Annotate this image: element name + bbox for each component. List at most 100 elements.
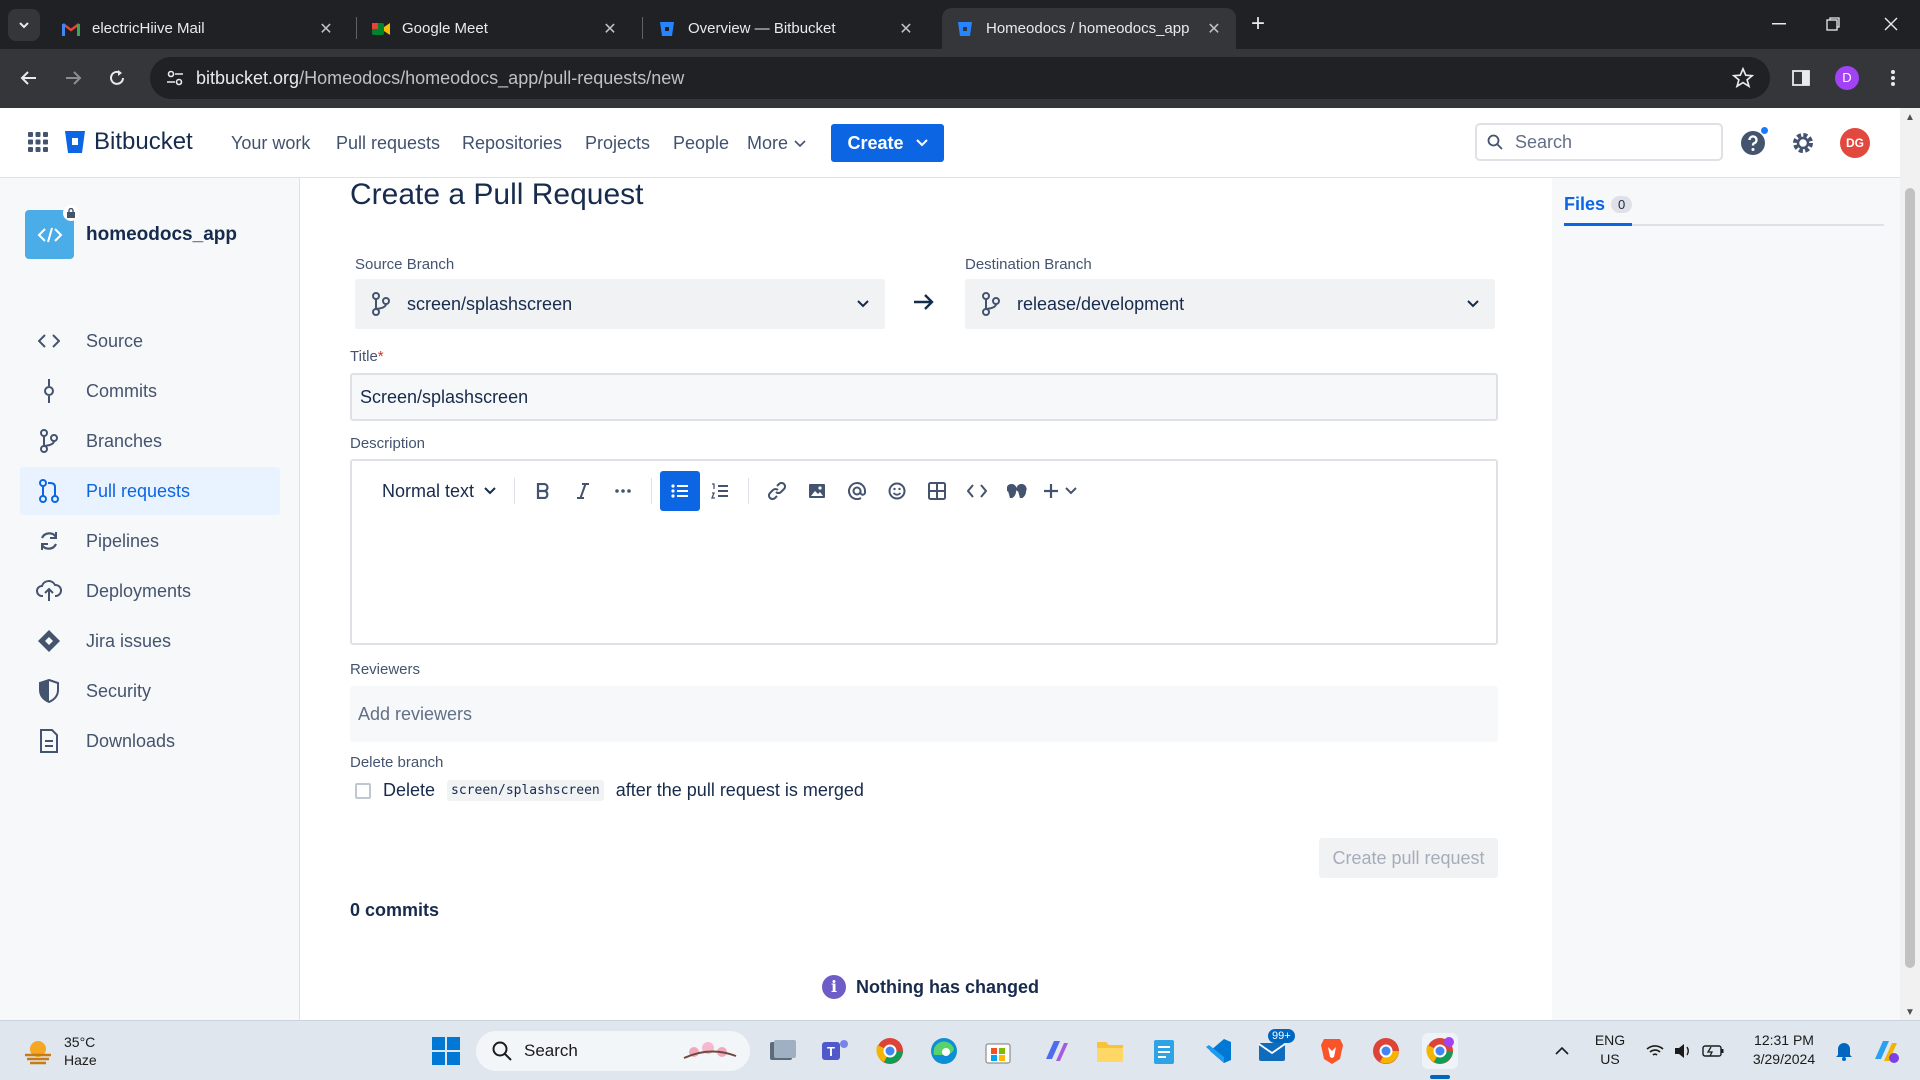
browser-menu-icon[interactable]: [1878, 63, 1908, 93]
italic-icon[interactable]: [563, 471, 603, 511]
gear-icon[interactable]: [1790, 130, 1816, 156]
bookmark-star-icon[interactable]: [1732, 67, 1754, 89]
windows-start-icon[interactable]: [428, 1033, 464, 1069]
reviewers-input[interactable]: Add reviewers: [350, 686, 1498, 742]
quote-icon[interactable]: [997, 471, 1037, 511]
bold-icon[interactable]: [523, 471, 563, 511]
app-switcher-icon[interactable]: [28, 132, 48, 152]
nav-your-work[interactable]: Your work: [231, 133, 310, 154]
nav-more[interactable]: More: [747, 133, 806, 154]
gmail-icon: [62, 20, 80, 38]
new-tab-button[interactable]: +: [1244, 11, 1272, 39]
address-bar[interactable]: bitbucket.org/Homeodocs/homeodocs_app/pu…: [150, 57, 1770, 99]
insert-more-button[interactable]: [1037, 471, 1083, 511]
brave-icon[interactable]: [1314, 1033, 1350, 1069]
notification-bell-icon[interactable]: [1826, 1033, 1862, 1069]
chevron-up-icon[interactable]: [1540, 1033, 1584, 1069]
system-tray-icons[interactable]: [1640, 1033, 1730, 1069]
create-button[interactable]: Create: [831, 124, 944, 162]
scroll-up-arrow-icon[interactable]: ▲: [1905, 112, 1915, 123]
close-tab-icon[interactable]: ✕: [1204, 19, 1224, 39]
sidebar-item-label: Branches: [86, 430, 163, 451]
sidebar-item-deployments[interactable]: Deployments: [20, 567, 280, 615]
forward-icon[interactable]: [58, 63, 88, 93]
more-formatting-icon[interactable]: [603, 471, 643, 511]
sidebar-item-source[interactable]: Source: [20, 317, 280, 365]
chrome-canary-icon[interactable]: [1368, 1033, 1404, 1069]
edge-icon[interactable]: [926, 1033, 962, 1069]
task-view-icon[interactable]: [764, 1033, 800, 1069]
scrollbar-thumb[interactable]: [1905, 188, 1915, 968]
minimize-icon[interactable]: [1756, 6, 1802, 42]
description-editor[interactable]: Normal text: [350, 459, 1498, 645]
image-icon[interactable]: [797, 471, 837, 511]
restore-icon[interactable]: [1810, 6, 1856, 42]
copilot-icon[interactable]: [1038, 1033, 1074, 1069]
sidebar-item-jira-issues[interactable]: Jira issues: [20, 617, 280, 665]
sidebar-item-pipelines[interactable]: Pipelines: [20, 517, 280, 565]
nav-projects[interactable]: Projects: [585, 133, 650, 154]
page-scrollbar[interactable]: ▲ ▼: [1900, 108, 1920, 1020]
delete-branch-checkbox[interactable]: [355, 782, 371, 799]
emoji-icon[interactable]: [877, 471, 917, 511]
user-avatar[interactable]: DG: [1840, 128, 1870, 158]
tab-google-meet[interactable]: Google Meet ✕: [358, 8, 632, 49]
code-block-icon[interactable]: [957, 471, 997, 511]
site-settings-icon[interactable]: [160, 63, 190, 93]
scroll-down-arrow-icon[interactable]: ▼: [1905, 1007, 1915, 1018]
nav-pull-requests[interactable]: Pull requests: [336, 133, 440, 154]
side-panel-icon[interactable]: [1786, 63, 1816, 93]
source-branch-value: screen/splashscreen: [407, 293, 573, 314]
microsoft-store-icon[interactable]: [980, 1033, 1016, 1069]
close-tab-icon[interactable]: ✕: [896, 19, 916, 39]
title-label: Title*: [350, 348, 384, 365]
sidebar-item-security[interactable]: Security: [20, 667, 280, 715]
create-pull-request-button[interactable]: Create pull request: [1319, 838, 1498, 878]
close-window-icon[interactable]: [1868, 6, 1914, 42]
search-input[interactable]: Search: [1475, 123, 1723, 161]
close-tab-icon[interactable]: ✕: [316, 19, 336, 39]
copilot-tray-icon[interactable]: [1868, 1033, 1904, 1069]
bitbucket-icon: [956, 20, 974, 38]
source-branch-select[interactable]: screen/splashscreen: [355, 279, 885, 329]
nav-repositories[interactable]: Repositories: [462, 133, 562, 154]
jira-icon: [36, 628, 62, 654]
close-tab-icon[interactable]: ✕: [600, 19, 620, 39]
language-indicator[interactable]: ENG US: [1594, 1031, 1626, 1069]
title-input[interactable]: Screen/splashscreen: [350, 373, 1498, 421]
tab-gmail[interactable]: electricHiive Mail ✕: [48, 8, 348, 49]
bullet-list-icon[interactable]: [660, 471, 701, 511]
vscode-icon[interactable]: [1200, 1033, 1236, 1069]
nothing-changed-text: Nothing has changed: [856, 976, 1040, 997]
destination-branch-select[interactable]: release/development: [965, 279, 1495, 329]
chrome-icon[interactable]: [872, 1033, 908, 1069]
file-explorer-icon[interactable]: [1092, 1033, 1128, 1069]
mention-icon[interactable]: [837, 471, 877, 511]
sidebar-item-branches[interactable]: Branches: [20, 417, 280, 465]
nav-people[interactable]: People: [673, 133, 729, 154]
numbered-list-icon[interactable]: [700, 471, 740, 511]
notepad-icon[interactable]: [1146, 1033, 1182, 1069]
tab-bitbucket-overview[interactable]: Overview — Bitbucket ✕: [644, 8, 928, 49]
code-icon: [37, 227, 62, 242]
sidebar-item-pull-requests[interactable]: Pull requests: [20, 467, 280, 515]
teams-icon[interactable]: T: [818, 1033, 854, 1069]
tab-files[interactable]: Files 0: [1564, 194, 1633, 226]
browser-profile-avatar[interactable]: D: [1835, 66, 1859, 90]
table-icon[interactable]: [917, 471, 957, 511]
tab-homeodocs-active[interactable]: Homeodocs / homeodocs_app ✕: [942, 8, 1236, 49]
clock[interactable]: 12:31 PM 3/29/2024: [1744, 1031, 1824, 1069]
reload-icon[interactable]: [102, 63, 132, 93]
delete-suffix-text: after the pull request is merged: [615, 780, 864, 800]
back-icon[interactable]: [14, 63, 44, 93]
weather-widget[interactable]: 35°C Haze: [22, 1033, 97, 1069]
text-style-dropdown[interactable]: Normal text: [372, 471, 506, 511]
taskbar-search[interactable]: Search: [476, 1031, 750, 1071]
tab-search-button[interactable]: [8, 9, 40, 41]
link-icon[interactable]: [757, 471, 797, 511]
repo-header[interactable]: homeodocs_app: [25, 205, 237, 259]
chrome-profile-active-icon[interactable]: [1422, 1033, 1458, 1069]
bitbucket-logo[interactable]: Bitbucket: [64, 128, 193, 156]
sidebar-item-commits[interactable]: Commits: [20, 367, 280, 415]
sidebar-item-downloads[interactable]: Downloads: [20, 717, 280, 765]
